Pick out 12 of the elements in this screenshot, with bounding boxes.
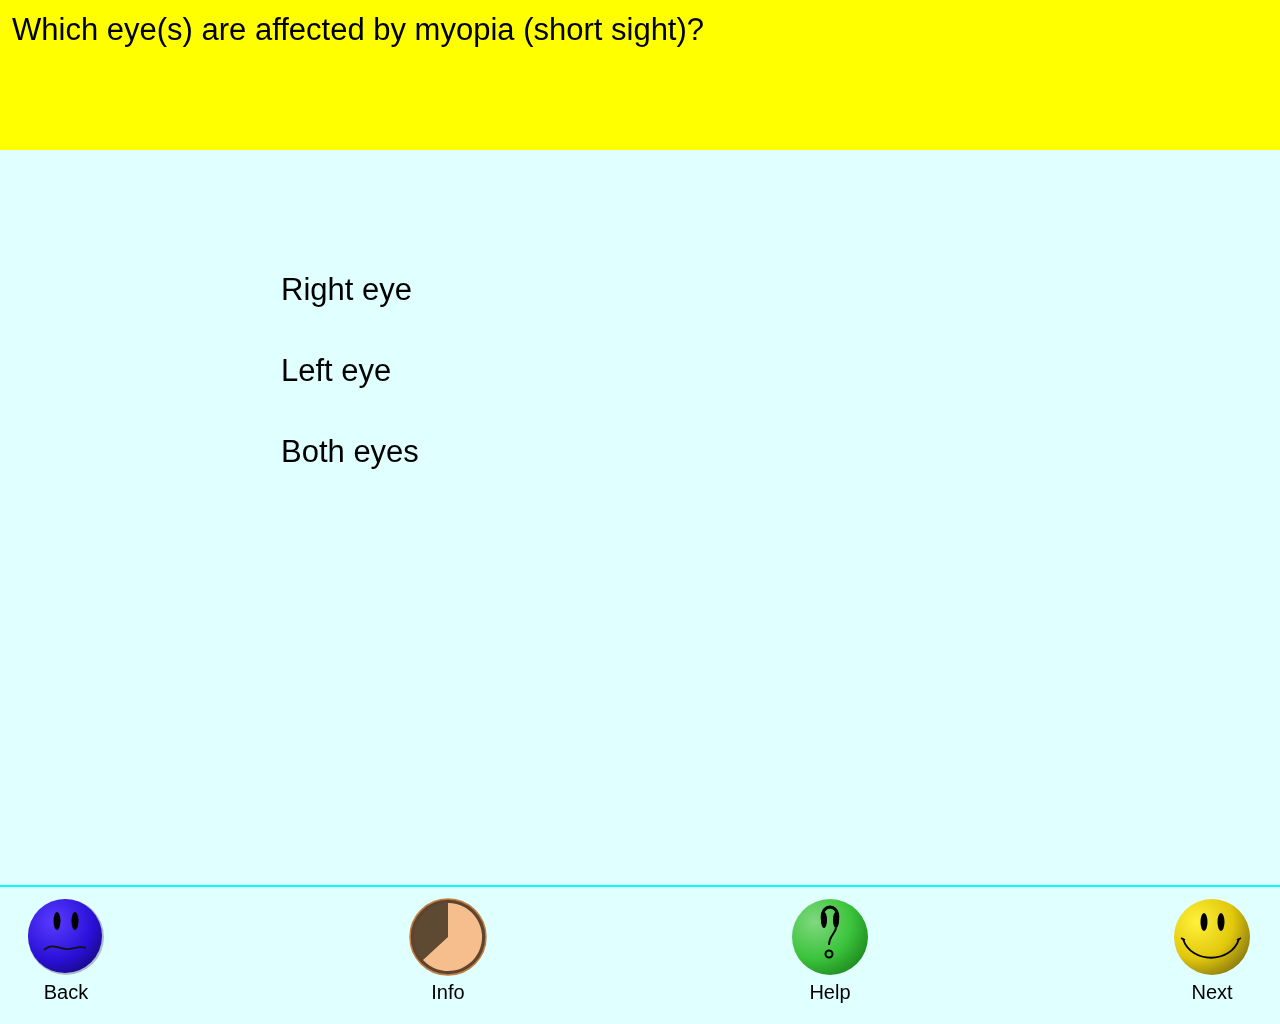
back-button[interactable]: Back (16, 898, 116, 1010)
question-mark-icon (791, 898, 869, 976)
sad-face-icon (27, 898, 105, 976)
next-button[interactable]: Next (1162, 898, 1262, 1010)
smiley-face-icon (1173, 898, 1251, 976)
answer-option[interactable]: Left eye (281, 353, 392, 389)
answer-option[interactable]: Right eye (281, 272, 412, 308)
answer-option[interactable]: Both eyes (281, 434, 419, 470)
info-button[interactable]: Info (398, 898, 498, 1010)
pie-chart-icon (409, 898, 487, 976)
help-button[interactable]: Help (780, 898, 880, 1010)
question-text: Which eye(s) are affected by myopia (short sight)? (12, 12, 705, 48)
